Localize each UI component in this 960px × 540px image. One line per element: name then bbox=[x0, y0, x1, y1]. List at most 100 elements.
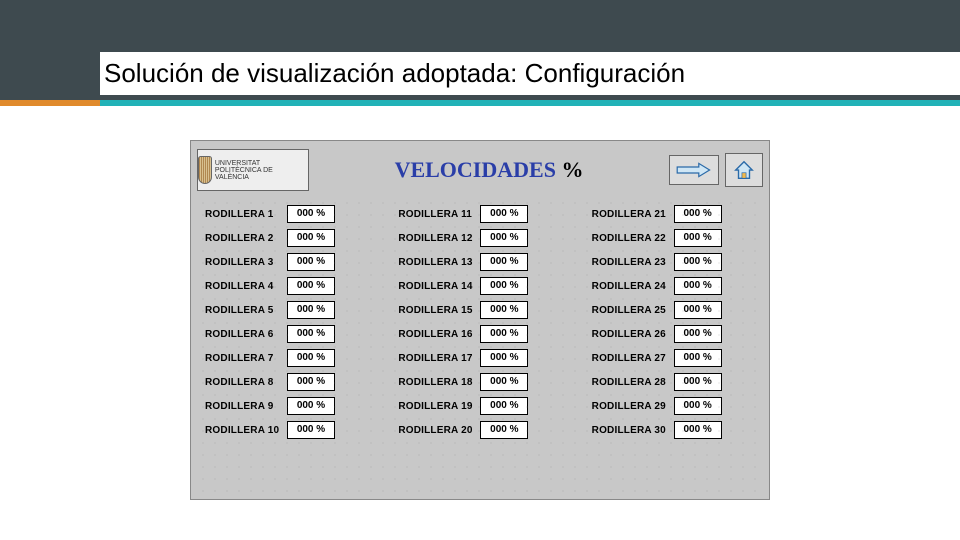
rodillera-value[interactable]: 000 % bbox=[287, 373, 335, 391]
rodillera-value[interactable]: 000 % bbox=[674, 277, 722, 295]
rodillera-label: RODILLERA 11 bbox=[398, 209, 480, 220]
rodillera-value[interactable]: 000 % bbox=[674, 325, 722, 343]
rodillera-row: RODILLERA 28000 % bbox=[592, 373, 755, 391]
rodillera-value[interactable]: 000 % bbox=[480, 205, 528, 223]
rodillera-value[interactable]: 000 % bbox=[287, 229, 335, 247]
rodillera-value[interactable]: 000 % bbox=[480, 397, 528, 415]
rodillera-label: RODILLERA 25 bbox=[592, 305, 674, 316]
rodillera-label: RODILLERA 17 bbox=[398, 353, 480, 364]
rodillera-row: RODILLERA 26000 % bbox=[592, 325, 755, 343]
rodillera-label: RODILLERA 4 bbox=[205, 281, 287, 292]
rodillera-value[interactable]: 000 % bbox=[287, 421, 335, 439]
rodillera-value[interactable]: 000 % bbox=[480, 373, 528, 391]
rodillera-row: RODILLERA 1000 % bbox=[205, 205, 368, 223]
rodillera-value[interactable]: 000 % bbox=[480, 349, 528, 367]
rodillera-label: RODILLERA 30 bbox=[592, 425, 674, 436]
rodillera-row: RODILLERA 11000 % bbox=[398, 205, 561, 223]
home-icon bbox=[733, 159, 755, 181]
hmi-nav bbox=[669, 153, 763, 187]
hmi-header: UNIVERSITAT POLITÈCNICA DE VALÈNCIA VELO… bbox=[197, 147, 763, 193]
rodillera-label: RODILLERA 24 bbox=[592, 281, 674, 292]
rodillera-row: RODILLERA 8000 % bbox=[205, 373, 368, 391]
hmi-col-1: RODILLERA 1000 %RODILLERA 2000 %RODILLER… bbox=[205, 205, 368, 445]
hmi-panel: UNIVERSITAT POLITÈCNICA DE VALÈNCIA VELO… bbox=[190, 140, 770, 500]
rodillera-value[interactable]: 000 % bbox=[287, 301, 335, 319]
rodillera-row: RODILLERA 5000 % bbox=[205, 301, 368, 319]
hmi-grid: RODILLERA 1000 %RODILLERA 2000 %RODILLER… bbox=[197, 205, 763, 445]
rodillera-value[interactable]: 000 % bbox=[287, 253, 335, 271]
rodillera-row: RODILLERA 10000 % bbox=[205, 421, 368, 439]
rodillera-label: RODILLERA 3 bbox=[205, 257, 287, 268]
rodillera-row: RODILLERA 9000 % bbox=[205, 397, 368, 415]
rodillera-label: RODILLERA 23 bbox=[592, 257, 674, 268]
rodillera-label: RODILLERA 10 bbox=[205, 425, 287, 436]
rodillera-label: RODILLERA 15 bbox=[398, 305, 480, 316]
rodillera-row: RODILLERA 13000 % bbox=[398, 253, 561, 271]
rodillera-row: RODILLERA 21000 % bbox=[592, 205, 755, 223]
rodillera-value[interactable]: 000 % bbox=[674, 229, 722, 247]
rodillera-label: RODILLERA 19 bbox=[398, 401, 480, 412]
rodillera-value[interactable]: 000 % bbox=[287, 397, 335, 415]
rodillera-row: RODILLERA 16000 % bbox=[398, 325, 561, 343]
upv-logo-text: UNIVERSITAT POLITÈCNICA DE VALÈNCIA bbox=[215, 160, 308, 181]
rodillera-label: RODILLERA 26 bbox=[592, 329, 674, 340]
rodillera-value[interactable]: 000 % bbox=[480, 301, 528, 319]
rodillera-value[interactable]: 000 % bbox=[674, 205, 722, 223]
next-button[interactable] bbox=[669, 155, 719, 185]
rodillera-row: RODILLERA 15000 % bbox=[398, 301, 561, 319]
home-button[interactable] bbox=[725, 153, 763, 187]
rodillera-label: RODILLERA 18 bbox=[398, 377, 480, 388]
rodillera-value[interactable]: 000 % bbox=[674, 421, 722, 439]
rodillera-row: RODILLERA 3000 % bbox=[205, 253, 368, 271]
hmi-col-2: RODILLERA 11000 %RODILLERA 12000 %RODILL… bbox=[398, 205, 561, 445]
rodillera-row: RODILLERA 20000 % bbox=[398, 421, 561, 439]
rodillera-value[interactable]: 000 % bbox=[287, 349, 335, 367]
rodillera-row: RODILLERA 19000 % bbox=[398, 397, 561, 415]
rodillera-label: RODILLERA 22 bbox=[592, 233, 674, 244]
rodillera-value[interactable]: 000 % bbox=[480, 253, 528, 271]
rodillera-row: RODILLERA 6000 % bbox=[205, 325, 368, 343]
rodillera-value[interactable]: 000 % bbox=[287, 205, 335, 223]
rodillera-row: RODILLERA 12000 % bbox=[398, 229, 561, 247]
rodillera-row: RODILLERA 17000 % bbox=[398, 349, 561, 367]
rodillera-row: RODILLERA 27000 % bbox=[592, 349, 755, 367]
rodillera-row: RODILLERA 25000 % bbox=[592, 301, 755, 319]
hmi-title-main: VELOCIDADES bbox=[395, 157, 556, 182]
rodillera-label: RODILLERA 20 bbox=[398, 425, 480, 436]
rodillera-row: RODILLERA 24000 % bbox=[592, 277, 755, 295]
rodillera-value[interactable]: 000 % bbox=[480, 421, 528, 439]
rodillera-row: RODILLERA 14000 % bbox=[398, 277, 561, 295]
rodillera-value[interactable]: 000 % bbox=[287, 325, 335, 343]
rodillera-value[interactable]: 000 % bbox=[674, 373, 722, 391]
rodillera-row: RODILLERA 2000 % bbox=[205, 229, 368, 247]
rodillera-label: RODILLERA 2 bbox=[205, 233, 287, 244]
rodillera-label: RODILLERA 12 bbox=[398, 233, 480, 244]
rodillera-label: RODILLERA 14 bbox=[398, 281, 480, 292]
rodillera-value[interactable]: 000 % bbox=[287, 277, 335, 295]
rodillera-row: RODILLERA 18000 % bbox=[398, 373, 561, 391]
rodillera-label: RODILLERA 16 bbox=[398, 329, 480, 340]
rodillera-value[interactable]: 000 % bbox=[674, 349, 722, 367]
rodillera-label: RODILLERA 9 bbox=[205, 401, 287, 412]
rodillera-label: RODILLERA 13 bbox=[398, 257, 480, 268]
arrow-right-icon bbox=[676, 161, 712, 179]
slide-top-bar: Solución de visualización adoptada: Conf… bbox=[0, 0, 960, 100]
rodillera-label: RODILLERA 7 bbox=[205, 353, 287, 364]
hmi-title: VELOCIDADES % bbox=[309, 157, 669, 183]
rodillera-row: RODILLERA 23000 % bbox=[592, 253, 755, 271]
rodillera-row: RODILLERA 22000 % bbox=[592, 229, 755, 247]
rodillera-value[interactable]: 000 % bbox=[480, 325, 528, 343]
rodillera-label: RODILLERA 8 bbox=[205, 377, 287, 388]
rodillera-value[interactable]: 000 % bbox=[480, 277, 528, 295]
rodillera-value[interactable]: 000 % bbox=[674, 301, 722, 319]
hmi-col-3: RODILLERA 21000 %RODILLERA 22000 %RODILL… bbox=[592, 205, 755, 445]
upv-logo: UNIVERSITAT POLITÈCNICA DE VALÈNCIA bbox=[197, 149, 309, 191]
rodillera-value[interactable]: 000 % bbox=[480, 229, 528, 247]
rodillera-row: RODILLERA 29000 % bbox=[592, 397, 755, 415]
rodillera-label: RODILLERA 6 bbox=[205, 329, 287, 340]
rodillera-value[interactable]: 000 % bbox=[674, 253, 722, 271]
rodillera-label: RODILLERA 28 bbox=[592, 377, 674, 388]
rodillera-value[interactable]: 000 % bbox=[674, 397, 722, 415]
rodillera-label: RODILLERA 1 bbox=[205, 209, 287, 220]
rodillera-label: RODILLERA 21 bbox=[592, 209, 674, 220]
